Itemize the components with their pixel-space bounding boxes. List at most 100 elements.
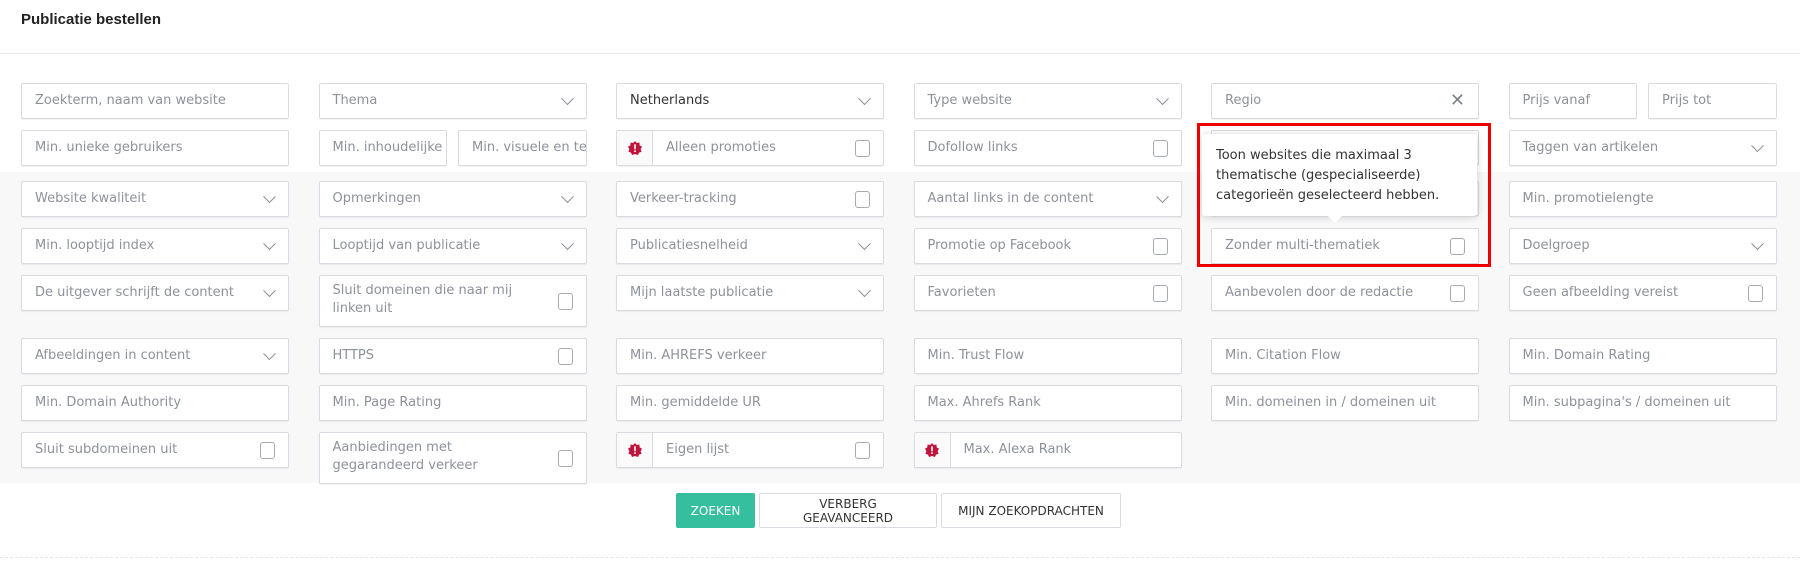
select-website-kwaliteit[interactable]: Website kwaliteit (21, 181, 289, 217)
select-netherlands[interactable]: Netherlands (616, 83, 884, 119)
my-searches-button[interactable]: MIJN ZOEKOPDRACHTEN (941, 493, 1121, 528)
field-label: Min. inhoudelijke (332, 140, 443, 155)
field-label: Min. Page Rating (332, 395, 442, 410)
checkbox[interactable] (1152, 140, 1168, 157)
checkbox[interactable] (260, 442, 275, 459)
input-min-trust-flow[interactable]: Min. Trust Flow (913, 338, 1182, 374)
checkbox-field-https[interactable]: HTTPS (318, 338, 587, 374)
select-taggen-van-artikelen[interactable]: Taggen van artikelen (1508, 130, 1777, 166)
checkbox-field-zonder-multi-thematiek[interactable]: Zonder multi-thematiek (1211, 228, 1479, 264)
checkbox[interactable] (855, 191, 870, 208)
input-min-unieke-gebruikers[interactable]: Min. unieke gebruikers (21, 130, 289, 166)
input-min-citation-flow[interactable]: Min. Citation Flow (1211, 338, 1479, 374)
input-min-domain-rating[interactable]: Min. Domain Rating (1508, 338, 1777, 374)
field-label: Min. looptijd index (35, 238, 155, 253)
field-label: Min. Domain Authority (35, 395, 182, 410)
checkbox-field-sluit-domeinen-die-naar-mij-linken-uit[interactable]: Sluit domeinen die naar mij linken uit (318, 275, 587, 327)
checkbox-field-favorieten[interactable]: Favorieten (913, 275, 1182, 311)
checkbox[interactable] (557, 450, 573, 467)
field-label: Min. AHREFS verkeer (630, 348, 767, 363)
select-min-looptijd-index[interactable]: Min. looptijd index (21, 228, 289, 264)
checkbox-field-dofollow-links[interactable]: Dofollow links (913, 130, 1182, 166)
select-opmerkingen[interactable]: Opmerkingen (318, 181, 587, 217)
input-max-ahrefs-rank[interactable]: Max. Ahrefs Rank (913, 385, 1182, 421)
field-label: Min. Trust Flow (927, 348, 1025, 363)
input-min-promotielengte[interactable]: Min. promotielengte (1508, 181, 1777, 217)
input-min-ahrefs-verkeer[interactable]: Min. AHREFS verkeer (616, 338, 884, 374)
select-looptijd-van-publicatie[interactable]: Looptijd van publicatie (318, 228, 587, 264)
checkbox[interactable] (1152, 285, 1168, 302)
checkbox[interactable] (1450, 285, 1465, 302)
input-max-alexa-rank[interactable]: Max. Alexa Rank (913, 432, 1182, 468)
header-divider (0, 53, 1800, 54)
field-label: Verkeer-tracking (630, 191, 737, 206)
chevron-down-icon[interactable] (1155, 92, 1169, 106)
chevron-down-icon[interactable] (263, 237, 276, 251)
checkbox-field-eigen-lijst[interactable]: Eigen lijst (616, 432, 884, 468)
input-min-inhoudelijke[interactable]: Min. inhoudelijke (318, 130, 447, 166)
chevron-down-icon[interactable] (1155, 190, 1169, 204)
select-publicatiesnelheid[interactable]: Publicatiesnelheid (616, 228, 884, 264)
checkbox-field-aanbevolen-door-de-redactie[interactable]: Aanbevolen door de redactie (1211, 275, 1479, 311)
field-label: Alleen promoties (666, 140, 776, 155)
field-label: Min. subpagina's / domeinen uit (1522, 395, 1731, 410)
search-button[interactable]: ZOEKEN (676, 493, 755, 528)
chevron-down-icon[interactable] (263, 284, 276, 298)
input-prijs-vanaf[interactable]: Prijs vanaf (1508, 83, 1637, 119)
close-icon[interactable]: ✕ (1450, 92, 1465, 110)
checkbox-field-promotie-op-facebook[interactable]: Promotie op Facebook (913, 228, 1182, 264)
checkbox[interactable] (855, 442, 870, 459)
alert-badge-icon (925, 443, 939, 457)
input-min-page-rating[interactable]: Min. Page Rating (318, 385, 587, 421)
chevron-down-icon[interactable] (560, 237, 574, 251)
badge-segment (914, 433, 951, 467)
chevron-down-icon[interactable] (560, 92, 574, 106)
checkbox-field-verkeer-tracking[interactable]: Verkeer-tracking (616, 181, 884, 217)
select-thema[interactable]: Thema (318, 83, 587, 119)
chevron-down-icon[interactable] (263, 347, 276, 361)
chevron-down-icon[interactable] (858, 92, 871, 106)
field-label: Promotie op Facebook (927, 238, 1072, 253)
hide-advanced-button[interactable]: VERBERG GEAVANCEERD (759, 493, 937, 528)
checkbox[interactable] (1450, 238, 1465, 255)
checkbox-field-geen-afbeelding-vereist[interactable]: Geen afbeelding vereist (1508, 275, 1777, 311)
checkbox-field-alleen-promoties[interactable]: Alleen promoties (616, 130, 884, 166)
checkbox[interactable] (855, 140, 870, 157)
alert-badge-icon (627, 141, 642, 155)
checkbox-field-aanbiedingen-met-gegarandeerd-verkeer[interactable]: Aanbiedingen met gegarandeerd verkeer (318, 432, 587, 484)
chevron-down-icon[interactable] (1750, 237, 1764, 251)
checkbox-field-sluit-subdomeinen-uit[interactable]: Sluit subdomeinen uit (21, 432, 289, 468)
select-de-uitgever-schrijft-de-content[interactable]: De uitgever schrijft de content (21, 275, 289, 311)
select-aantal-links-in-de-content[interactable]: Aantal links in de content (913, 181, 1182, 217)
field-label: Min. unieke gebruikers (35, 140, 183, 155)
select-doelgroep[interactable]: Doelgroep (1508, 228, 1777, 264)
input-min-gemiddelde-ur[interactable]: Min. gemiddelde UR (616, 385, 884, 421)
select-afbeeldingen-in-content[interactable]: Afbeeldingen in content (21, 338, 289, 374)
field-label: Max. Ahrefs Rank (927, 395, 1041, 410)
chevron-down-icon[interactable] (560, 190, 574, 204)
chevron-down-icon[interactable] (263, 190, 276, 204)
checkbox[interactable] (1152, 238, 1168, 255)
input-min-visuele-en-te[interactable]: Min. visuele en te (458, 130, 587, 166)
input-min-subpagina-s-domeinen-uit[interactable]: Min. subpagina's / domeinen uit (1508, 385, 1777, 421)
input-zoekterm-naam-van-website[interactable]: Zoekterm, naam van website (21, 83, 289, 119)
input-min-domeinen-in-domeinen-uit[interactable]: Min. domeinen in / domeinen uit (1211, 385, 1479, 421)
advanced-filter-grid: Website kwaliteit Opmerkingen Verkeer-trac… (21, 181, 1800, 484)
field-label: Prijs tot (1662, 93, 1712, 108)
chevron-down-icon[interactable] (858, 237, 871, 251)
checkbox[interactable] (557, 293, 573, 310)
badge-segment (617, 433, 653, 467)
select-type-website[interactable]: Type website (913, 83, 1182, 119)
select-mijn-laatste-publicatie[interactable]: Mijn laatste publicatie (616, 275, 884, 311)
field-label: Dofollow links (927, 140, 1018, 155)
alert-badge-icon (627, 443, 642, 457)
chevron-down-icon[interactable] (1750, 139, 1764, 153)
field-label: Min. visuele en te (472, 140, 587, 155)
input-regio[interactable]: Regio ✕ (1211, 83, 1479, 119)
input-prijs-tot[interactable]: Prijs tot (1648, 83, 1777, 119)
field-label: Taggen van artikelen (1522, 140, 1659, 155)
checkbox[interactable] (1747, 285, 1763, 302)
input-min-domain-authority[interactable]: Min. Domain Authority (21, 385, 289, 421)
chevron-down-icon[interactable] (858, 284, 871, 298)
checkbox[interactable] (557, 348, 573, 365)
